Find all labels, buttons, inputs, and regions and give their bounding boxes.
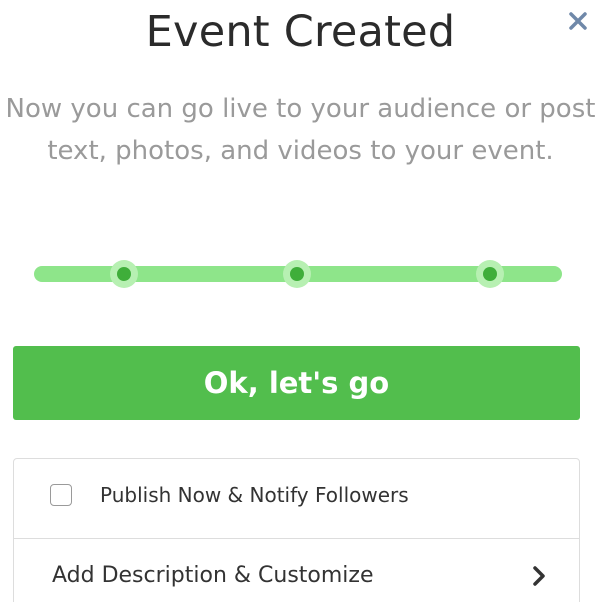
modal-title: Event Created [145,7,456,57]
publish-now-label: Publish Now & Notify Followers [100,483,409,507]
progress-step-1 [110,260,138,288]
ok-lets-go-button[interactable]: Ok, let's go [13,346,580,420]
close-icon [567,10,589,36]
close-button[interactable] [565,10,591,36]
options-panel: Publish Now & Notify Followers Add Descr… [13,458,580,602]
publish-now-option[interactable]: Publish Now & Notify Followers [14,459,579,537]
publish-now-checkbox[interactable] [50,484,72,506]
add-description-label: Add Description & Customize [52,563,374,588]
progress-step-2 [283,260,311,288]
add-description-option[interactable]: Add Description & Customize [14,539,579,602]
event-created-modal: Event Created Now you can go live to you… [0,0,601,602]
modal-description: Now you can go live to your audience or … [5,94,596,166]
progress-tracker [34,260,562,288]
progress-step-3 [476,260,504,288]
chevron-right-icon [529,564,549,588]
